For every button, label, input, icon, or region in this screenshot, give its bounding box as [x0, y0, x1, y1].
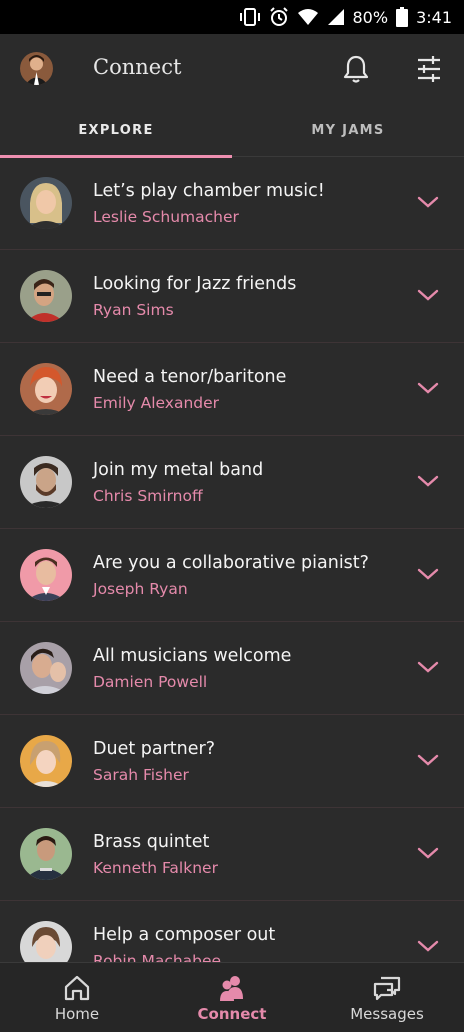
- nav-home[interactable]: Home: [0, 963, 154, 1032]
- chevron-down-icon[interactable]: [417, 381, 439, 395]
- nav-connect[interactable]: Connect: [155, 963, 309, 1032]
- list-item[interactable]: All musicians welcome Damien Powell: [0, 622, 464, 715]
- jam-title: Duet partner?: [93, 739, 215, 759]
- tab-bar: EXPLORE MY JAMS: [0, 104, 464, 158]
- home-icon: [64, 975, 90, 1001]
- list-item[interactable]: Need a tenor/baritone Emily Alexander: [0, 343, 464, 436]
- battery-icon: [396, 7, 409, 27]
- list-item[interactable]: Looking for Jazz friends Ryan Sims: [0, 250, 464, 343]
- jam-author: Robin Machabee: [93, 952, 222, 962]
- filter-settings-icon[interactable]: [416, 54, 442, 88]
- chevron-down-icon[interactable]: [417, 474, 439, 488]
- chevron-down-icon[interactable]: [417, 288, 439, 302]
- avatar: [20, 828, 72, 880]
- jam-title: Help a composer out: [93, 925, 276, 945]
- chevron-down-icon[interactable]: [417, 753, 439, 767]
- avatar: [20, 921, 72, 962]
- jam-author: Emily Alexander: [93, 394, 220, 412]
- nav-home-label: Home: [54, 1005, 100, 1023]
- vibrate-icon: [239, 8, 260, 26]
- jam-list[interactable]: Let’s play chamber music! Leslie Schumac…: [0, 157, 464, 962]
- jam-author: Kenneth Falkner: [93, 859, 218, 877]
- clock: 3:41: [416, 7, 452, 27]
- jam-title: Need a tenor/baritone: [93, 367, 287, 387]
- jam-title: Join my metal band: [93, 460, 264, 480]
- jam-title: Let’s play chamber music!: [93, 181, 325, 201]
- avatar: [20, 177, 72, 229]
- list-item[interactable]: Brass quintet Kenneth Falkner: [0, 808, 464, 901]
- avatar: [20, 363, 72, 415]
- list-item[interactable]: Help a composer out Robin Machabee: [0, 901, 464, 962]
- messages-icon: [373, 976, 401, 1001]
- tab-explore[interactable]: EXPLORE: [0, 104, 232, 157]
- avatar: [20, 456, 72, 508]
- list-item[interactable]: Duet partner? Sarah Fisher: [0, 715, 464, 808]
- battery-percent: 80%: [352, 7, 389, 27]
- avatar: [20, 735, 72, 787]
- status-bar: 80% 3:41: [0, 0, 464, 34]
- jam-author: Sarah Fisher: [93, 766, 189, 784]
- list-item[interactable]: Are you a collaborative pianist? Joseph …: [0, 529, 464, 622]
- tab-my-jams[interactable]: MY JAMS: [232, 104, 464, 157]
- jam-author: Damien Powell: [93, 673, 208, 691]
- avatar: [20, 270, 72, 322]
- chevron-down-icon[interactable]: [417, 660, 439, 674]
- nav-connect-label: Connect: [197, 1005, 267, 1023]
- signal-icon: [327, 9, 344, 25]
- jam-author: Joseph Ryan: [93, 580, 188, 598]
- avatar: [20, 549, 72, 601]
- jam-title: Looking for Jazz friends: [93, 274, 297, 294]
- wifi-icon: [297, 9, 318, 25]
- notifications-bell-icon[interactable]: [342, 54, 370, 88]
- list-item[interactable]: Join my metal band Chris Smirnoff: [0, 436, 464, 529]
- app-bar: Connect: [0, 34, 464, 104]
- bottom-navigation: Home Connect Messages: [0, 962, 464, 1032]
- nav-messages-label: Messages: [350, 1005, 424, 1023]
- jam-author: Leslie Schumacher: [93, 208, 239, 226]
- chevron-down-icon[interactable]: [417, 846, 439, 860]
- jam-title: Are you a collaborative pianist?: [93, 553, 369, 573]
- jam-title: All musicians welcome: [93, 646, 292, 666]
- chevron-down-icon[interactable]: [417, 195, 439, 209]
- people-icon: [220, 976, 243, 1001]
- jam-title: Brass quintet: [93, 832, 210, 852]
- jam-author: Chris Smirnoff: [93, 487, 203, 505]
- alarm-icon: [269, 7, 288, 26]
- page-title: Connect: [93, 55, 182, 79]
- list-item[interactable]: Let’s play chamber music! Leslie Schumac…: [0, 157, 464, 250]
- avatar: [20, 642, 72, 694]
- chevron-down-icon[interactable]: [417, 939, 439, 953]
- chevron-down-icon[interactable]: [417, 567, 439, 581]
- user-avatar[interactable]: [20, 52, 53, 85]
- nav-messages[interactable]: Messages: [310, 963, 464, 1032]
- jam-author: Ryan Sims: [93, 301, 174, 319]
